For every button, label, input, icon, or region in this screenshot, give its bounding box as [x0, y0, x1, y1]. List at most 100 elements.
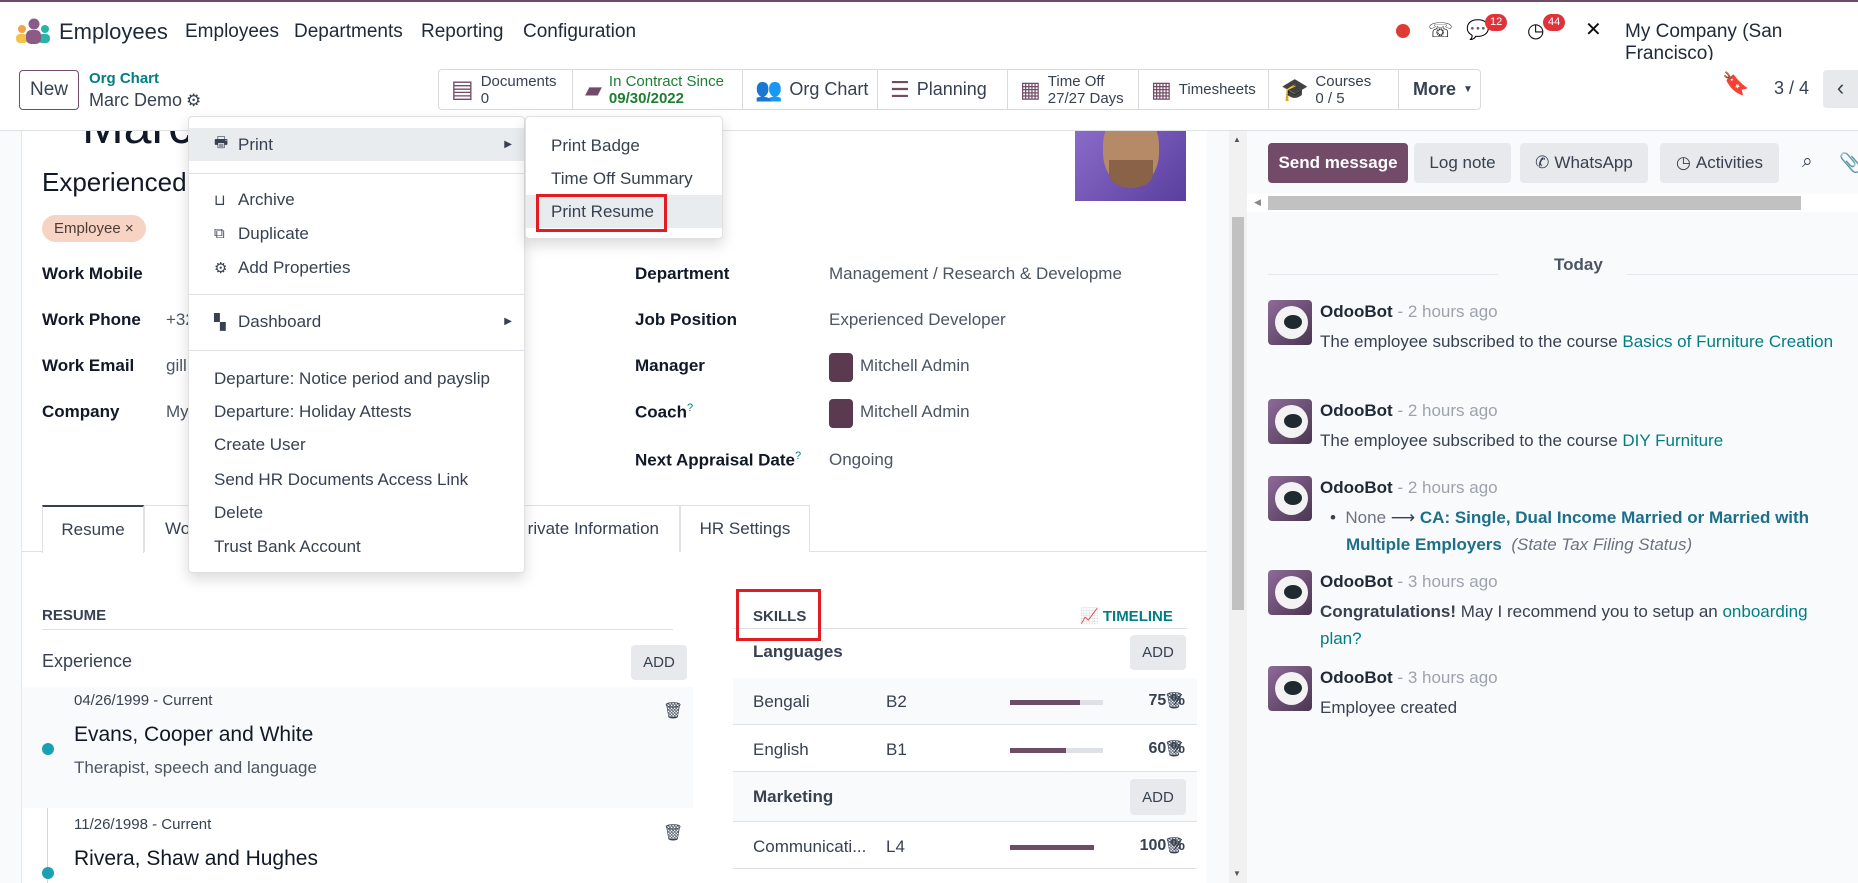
resume-divider [42, 629, 673, 630]
tab-resume[interactable]: Resume [42, 505, 144, 553]
odoobot-avatar[interactable] [1268, 399, 1312, 444]
timesheets-button[interactable]: ▦ Timesheets [1138, 69, 1268, 110]
org-chart-label: Org Chart [789, 79, 869, 99]
tools-icon[interactable]: ✕ [1585, 17, 1602, 42]
employee-avatar[interactable] [1075, 131, 1186, 201]
add-marketing-skill-button[interactable]: ADD [1130, 779, 1186, 815]
trash-icon[interactable]: 🗑 [663, 823, 683, 843]
courses-label: Courses [1315, 72, 1372, 90]
odoobot-avatar[interactable] [1268, 666, 1312, 711]
bookmark-icon[interactable]: 🔖 [1722, 71, 1749, 97]
courses-button[interactable]: 🎓 Courses 0 / 5 [1268, 69, 1398, 110]
search-icon[interactable]: ⌕ [1802, 151, 1813, 173]
tracking-field-name: (State Tax Filing Status) [1511, 535, 1693, 554]
course-link[interactable]: DIY Furniture [1622, 431, 1723, 450]
add-experience-button[interactable]: ADD [631, 645, 687, 680]
new-button[interactable]: New [19, 70, 79, 110]
time-off-button[interactable]: ▦ Time Off 27/27 Days [1007, 69, 1138, 110]
menu-item-create-user[interactable]: Create User [189, 428, 524, 461]
odoobot-avatar[interactable] [1268, 300, 1312, 345]
clock-icon[interactable]: ◷ [1527, 18, 1544, 43]
status-dot-icon[interactable] [1396, 24, 1410, 38]
job-position-field[interactable]: Experienced Developer [829, 310, 1006, 330]
course-link[interactable]: Basics of Furniture Creation [1622, 332, 1833, 351]
planning-button[interactable]: ☰ Planning [877, 69, 1007, 110]
menu-item-dashboard[interactable]: ▚ Dashboard ▶ [189, 305, 524, 338]
pager-previous-button[interactable]: ‹ [1823, 70, 1858, 108]
timeline-button[interactable]: 📈 TIMELINE [1080, 607, 1173, 625]
appraisal-field[interactable]: Ongoing [829, 450, 893, 470]
scroll-left-icon[interactable]: ◀ [1254, 197, 1261, 208]
activities-button[interactable]: ◷ Activities [1660, 143, 1779, 183]
manager-field[interactable]: Mitchell Admin [860, 356, 970, 376]
message-author[interactable]: OdooBot [1320, 401, 1393, 420]
tab-hr-settings[interactable]: HR Settings [680, 505, 810, 552]
trash-icon[interactable]: 🗑 [1164, 691, 1184, 711]
menu-reporting[interactable]: Reporting [421, 21, 503, 43]
message-text: May I recommend you to setup an [1456, 602, 1723, 621]
menu-item-add-properties[interactable]: ⚙ Add Properties [189, 251, 524, 284]
scrollbar-thumb[interactable] [1232, 217, 1244, 610]
highlight-box-skills [736, 589, 821, 641]
add-language-skill-button[interactable]: ADD [1130, 635, 1186, 670]
menu-item-print[interactable]: 🖶 Print ▶ [189, 128, 524, 161]
menu-departments[interactable]: Departments [294, 21, 403, 43]
horizontal-scrollbar[interactable]: ◀ [1247, 194, 1858, 212]
whatsapp-button[interactable]: ✆ WhatsApp [1520, 143, 1648, 183]
menu-item-departure-holiday[interactable]: Departure: Holiday Attests [189, 395, 524, 428]
org-chart-button[interactable]: 👥 Org Chart [742, 69, 877, 110]
message-author[interactable]: OdooBot [1320, 668, 1393, 687]
breadcrumb-org-chart[interactable]: Org Chart [89, 70, 159, 87]
trash-icon[interactable]: 🗑 [1164, 739, 1184, 759]
odoobot-avatar[interactable] [1268, 476, 1312, 521]
help-icon[interactable]: ? [795, 450, 801, 462]
scrollbar-thumb[interactable] [1268, 196, 1801, 210]
scroll-up-icon[interactable]: ▲ [1233, 135, 1241, 144]
menu-item-trust-bank-account[interactable]: Trust Bank Account [189, 530, 524, 563]
caret-down-icon: ▼ [1463, 84, 1473, 95]
coach-field[interactable]: Mitchell Admin [860, 402, 970, 422]
skill-group-languages: Languages [753, 642, 843, 661]
message-author[interactable]: OdooBot [1320, 302, 1393, 321]
job-title[interactable]: Experienced [42, 167, 187, 198]
log-note-button[interactable]: Log note [1414, 143, 1511, 183]
odoobot-avatar[interactable] [1268, 570, 1312, 615]
scroll-down-icon[interactable]: ▼ [1233, 869, 1241, 878]
help-icon[interactable]: ? [687, 402, 693, 414]
company-switcher[interactable]: My Company (San Francisco) [1625, 21, 1858, 65]
menu-item-time-off-summary[interactable]: Time Off Summary [526, 162, 722, 195]
trash-icon[interactable]: 🗑 [663, 701, 683, 721]
gear-icon[interactable]: ⚙ [186, 91, 201, 111]
app-brand[interactable]: Employees [59, 19, 168, 45]
form-scrollbar[interactable]: ▲ ▼ [1229, 131, 1247, 883]
employees-app-icon[interactable] [15, 18, 51, 44]
trash-icon[interactable]: 🗑 [1164, 836, 1184, 856]
activities-badge: 44 [1543, 14, 1566, 31]
more-button[interactable]: More ▼ [1398, 69, 1481, 110]
chatter-panel: Send message Log note ✆ WhatsApp ◷ Activit… [1247, 131, 1858, 883]
department-field[interactable]: Management / Research & Developme [829, 264, 1122, 284]
message-author[interactable]: OdooBot [1320, 572, 1393, 591]
menu-item-departure-notice[interactable]: Departure: Notice period and payslip [189, 362, 524, 395]
menu-configuration[interactable]: Configuration [523, 21, 636, 43]
users-icon: 👥 [755, 77, 783, 102]
menu-item-duplicate[interactable]: ⧉ Duplicate [189, 217, 524, 250]
pager-value: 3 / 4 [1774, 78, 1810, 98]
menu-item-send-hr-documents[interactable]: Send HR Documents Access Link [189, 463, 524, 496]
contract-button[interactable]: ▰ In Contract Since 09/30/2022 [572, 69, 742, 110]
paperclip-icon[interactable]: 📎 [1839, 151, 1858, 175]
message-author[interactable]: OdooBot [1320, 478, 1393, 497]
resume-item-description: Therapist, speech and language [74, 758, 317, 777]
company-field[interactable]: My [166, 402, 189, 422]
send-message-button[interactable]: Send message [1268, 143, 1408, 183]
beard-illustration [1109, 160, 1153, 188]
documents-button[interactable]: ▤ Documents 0 [438, 69, 572, 110]
duplicate-label: Duplicate [238, 223, 309, 243]
menu-item-delete[interactable]: Delete [189, 496, 524, 529]
menu-employees[interactable]: Employees [185, 21, 279, 43]
work-email-field[interactable]: gill [166, 356, 187, 376]
remove-tag-icon[interactable]: × [125, 220, 134, 237]
menu-item-print-badge[interactable]: Print Badge [526, 129, 722, 162]
phone-icon[interactable]: ☏ [1428, 18, 1453, 43]
menu-item-archive[interactable]: ⊔ Archive [189, 183, 524, 216]
